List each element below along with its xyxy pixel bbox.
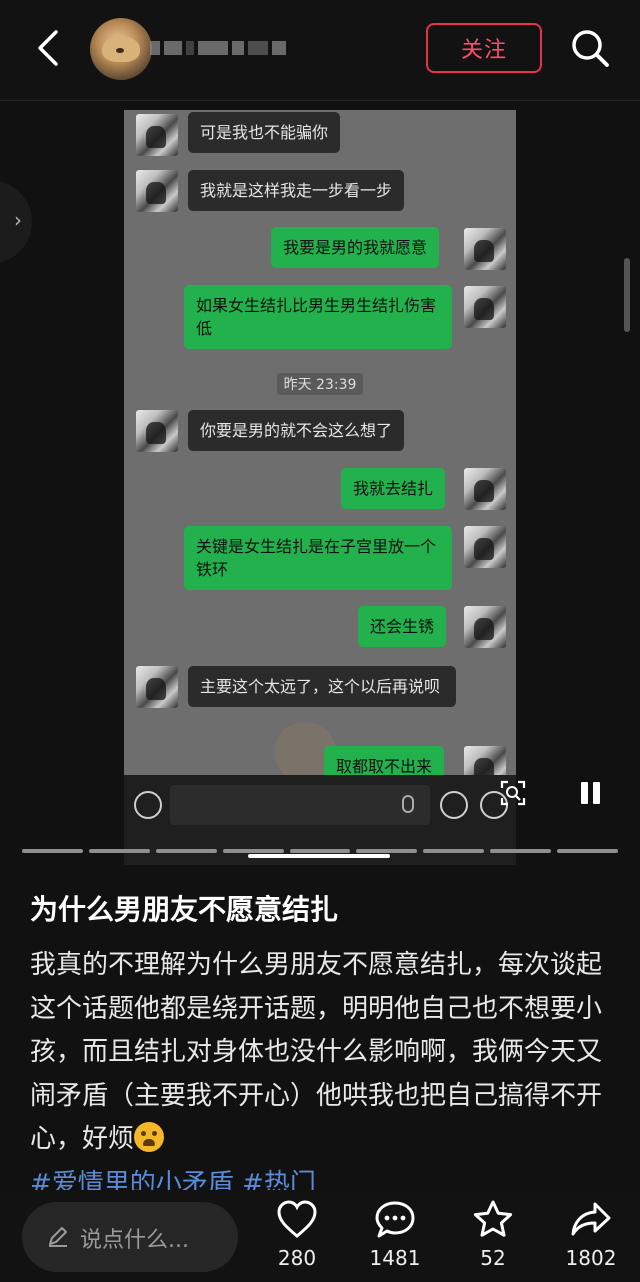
- contact-avatar: [136, 114, 178, 156]
- side-drawer-tab[interactable]: ›: [0, 180, 32, 264]
- chat-input-field: [170, 785, 430, 825]
- author-name-blurred[interactable]: [150, 36, 290, 60]
- author-avatar[interactable]: [90, 18, 152, 80]
- back-arrow-icon[interactable]: [32, 28, 66, 68]
- post-body-text: 我真的不理解为什么男朋友不愿意结扎，每次谈起这个话题他都是绕开话题，明明他自己也…: [30, 950, 603, 1154]
- voice-icon: [134, 791, 162, 819]
- follow-button[interactable]: 关注: [426, 23, 542, 73]
- comment-input[interactable]: 说点什么...: [22, 1202, 238, 1272]
- chevron-right-icon: ›: [14, 208, 22, 232]
- contact-avatar: [136, 410, 178, 452]
- top-bar: 关注: [0, 0, 640, 100]
- favorite-count: 52: [480, 1246, 506, 1270]
- comment-placeholder: 说点什么...: [80, 1228, 189, 1253]
- bottom-action-bar: 说点什么... 280 1481 52 1802: [0, 1190, 640, 1282]
- chat-bubble-incoming: 我就是这样我走一步看一步: [188, 170, 405, 211]
- chat-bubble-incoming: 主要这个太远了，这个以后再说呗: [188, 666, 456, 707]
- search-icon[interactable]: [568, 26, 612, 70]
- chat-bubble-outgoing: 我要是男的我就愿意: [271, 227, 440, 268]
- chat-bubble-incoming: 可是我也不能骗你: [188, 112, 341, 153]
- microphone-icon: [402, 795, 414, 813]
- star-icon: [473, 1200, 513, 1237]
- comment-button[interactable]: 1481: [355, 1198, 435, 1278]
- chat-bubble-outgoing: 关键是女生结扎是在子宫里放一个铁环: [184, 526, 452, 590]
- contact-avatar: [136, 666, 178, 708]
- chat-bubble-outgoing: 如果女生结扎比男生男生结扎伤害低: [184, 285, 452, 349]
- share-button[interactable]: 1802: [551, 1198, 631, 1278]
- pause-icon[interactable]: [578, 780, 604, 808]
- self-avatar: [464, 468, 506, 510]
- chat-timestamp: 昨天 23:39: [277, 373, 363, 395]
- self-avatar: [464, 526, 506, 568]
- favorite-button[interactable]: 52: [453, 1198, 533, 1278]
- weary-face-emoji-icon: [134, 1122, 165, 1152]
- share-arrow-icon: [571, 1202, 611, 1236]
- chat-bubble-incoming: 你要是男的就不会这么想了: [188, 410, 405, 451]
- comment-bubble-icon: [375, 1201, 415, 1238]
- emoji-icon: [440, 791, 468, 819]
- self-avatar: [464, 606, 506, 648]
- current-slide-marker: [248, 854, 390, 858]
- post-body: 我真的不理解为什么男朋友不愿意结扎，每次谈起这个话题他都是绕开话题，明明他自己也…: [30, 944, 610, 1162]
- share-count: 1802: [565, 1246, 617, 1270]
- scroll-indicator: [624, 258, 630, 332]
- scan-image-icon[interactable]: [500, 780, 526, 806]
- post-title: 为什么男朋友不愿意结扎: [30, 893, 339, 926]
- comment-count: 1481: [369, 1246, 421, 1270]
- chat-screenshot-image[interactable]: 可是我也不能骗你 我就是这样我走一步看一步 我要是男的我就愿意 如果女生结扎比男…: [124, 110, 516, 865]
- self-avatar: [464, 286, 506, 328]
- post-tags[interactable]: #爱情里的小矛盾 #热门: [30, 1163, 610, 1193]
- contact-avatar: [136, 170, 178, 212]
- heart-icon: [277, 1200, 317, 1238]
- pen-icon: [49, 1227, 67, 1247]
- chat-bubble-outgoing: 我就去结扎: [341, 468, 446, 509]
- chat-bubble-outgoing: 还会生锈: [358, 606, 447, 647]
- like-count: 280: [277, 1246, 317, 1270]
- like-button[interactable]: 280: [257, 1198, 337, 1278]
- self-avatar: [464, 228, 506, 270]
- header-divider: [0, 100, 640, 101]
